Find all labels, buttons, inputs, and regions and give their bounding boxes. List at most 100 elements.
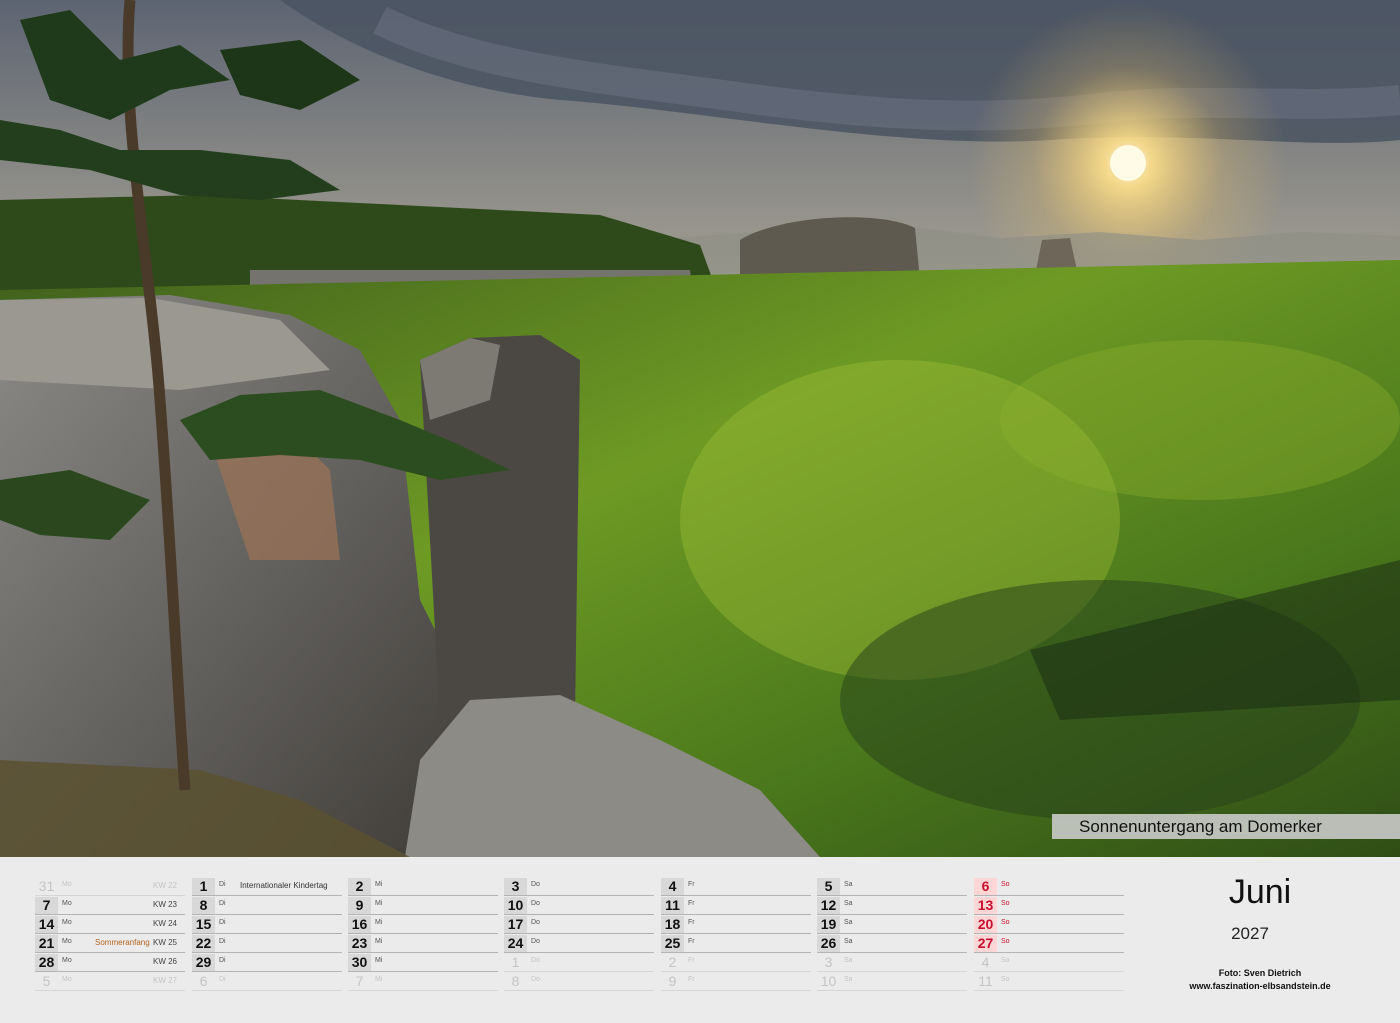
day-number: 30 [348, 954, 371, 971]
weekday-label: Mi [375, 976, 383, 983]
calendar-column: 1 Di Internationaler Kindertag 8 Di 15 Di 22 Di 2… [192, 877, 342, 991]
day-number: 4 [661, 878, 684, 895]
weekday-label: Di [219, 881, 226, 888]
day-number: 22 [192, 935, 215, 952]
weekday-label: Di [219, 976, 226, 983]
day-row: 15 Di [192, 915, 342, 934]
day-number: 31 [38, 878, 55, 894]
weekday-label: Mi [375, 900, 383, 907]
weekday-label: Mo [62, 938, 72, 945]
day-row: 27 So [974, 934, 1124, 953]
day-row: 10 Sa [817, 972, 967, 991]
forest-sunset-illustration [0, 0, 1400, 857]
photo-credit: Foto: Sven Dietrich [1218, 968, 1302, 978]
day-number: 1 [511, 954, 520, 970]
day-row: 3 Do [504, 877, 654, 896]
weekday-label: Mi [375, 957, 383, 964]
holiday-note: Internationaler Kindertag [240, 881, 328, 890]
calendar-column: 5 Sa 12 Sa 19 Sa 26 Sa 3 Sa 10 Sa [817, 877, 967, 991]
day-row: 7 Mo KW 23 [35, 896, 185, 915]
day-number: 25 [661, 935, 684, 952]
weekday-label: So [1001, 957, 1010, 964]
day-row: 24 Do [504, 934, 654, 953]
weekday-label: So [1001, 900, 1010, 907]
weekday-label: Fr [688, 976, 695, 983]
weekday-label: Sa [844, 976, 853, 983]
day-number: 9 [348, 897, 371, 914]
day-row: 19 Sa [817, 915, 967, 934]
weekday-label: Do [531, 957, 540, 964]
month-title: Juni [1228, 873, 1292, 911]
week-number: KW 25 [152, 938, 177, 947]
website-url: www.faszination-elbsandstein.de [1189, 981, 1331, 991]
day-row: 4 So [974, 953, 1124, 972]
weekday-label: Di [219, 957, 226, 964]
day-row: 6 So [974, 877, 1124, 896]
landscape-photo: Sonnenuntergang am Domerker [0, 0, 1400, 857]
weekday-label: Fr [688, 881, 695, 888]
weekday-label: Fr [688, 919, 695, 926]
day-row: 2 Fr [661, 953, 811, 972]
weekday-label: Mi [375, 938, 383, 945]
day-number: 27 [974, 935, 997, 952]
weekday-label: Mo [62, 881, 72, 888]
weekday-label: Di [219, 938, 226, 945]
weekday-label: Do [531, 976, 540, 983]
day-row: 14 Mo KW 24 [35, 915, 185, 934]
day-row: 8 Di [192, 896, 342, 915]
day-row: 9 Fr [661, 972, 811, 991]
day-number: 10 [504, 897, 527, 914]
day-number: 8 [192, 897, 215, 914]
weekday-label: Fr [688, 957, 695, 964]
week-number: KW 24 [152, 919, 177, 928]
day-number: 17 [504, 916, 527, 933]
day-row: 28 Mo KW 26 [35, 953, 185, 972]
day-row: 4 Fr [661, 877, 811, 896]
weekday-label: Fr [688, 900, 695, 907]
weekday-label: Di [219, 919, 226, 926]
day-number: 29 [192, 954, 215, 971]
day-number: 6 [974, 878, 997, 895]
day-row: 25 Fr [661, 934, 811, 953]
weekday-label: Sa [844, 900, 853, 907]
day-row: 10 Do [504, 896, 654, 915]
weekday-label: Mi [375, 919, 383, 926]
week-number: KW 23 [152, 900, 177, 909]
weekday-label: Sa [844, 957, 853, 964]
day-row: 9 Mi [348, 896, 498, 915]
calendar-column: 2 Mi 9 Mi 16 Mi 23 Mi 30 Mi 7 Mi [348, 877, 498, 991]
day-number: 10 [820, 973, 837, 989]
weekday-label: Mi [375, 881, 383, 888]
calendar-column: 4 Fr 11 Fr 18 Fr 25 Fr 2 Fr 9 Fr [661, 877, 811, 991]
day-number: 2 [668, 954, 677, 970]
weekday-label: Do [531, 900, 540, 907]
day-row: 16 Mi [348, 915, 498, 934]
weekday-label: So [1001, 976, 1010, 983]
day-row: 1 Do [504, 953, 654, 972]
day-number: 12 [817, 897, 840, 914]
day-row: 6 Di [192, 972, 342, 991]
day-row: 17 Do [504, 915, 654, 934]
day-row: 29 Di [192, 953, 342, 972]
weekday-label: So [1001, 881, 1010, 888]
day-row: 7 Mi [348, 972, 498, 991]
calendar-column: 31 Mo KW 22 7 Mo KW 23 14 Mo KW 24 21 Mo KW 25 Somme… [35, 877, 185, 991]
day-number: 3 [824, 954, 833, 970]
day-row: 13 So [974, 896, 1124, 915]
day-row: 3 Sa [817, 953, 967, 972]
day-number: 18 [661, 916, 684, 933]
day-row: 11 So [974, 972, 1124, 991]
weekday-label: So [1001, 938, 1010, 945]
day-row: 8 Do [504, 972, 654, 991]
calendar-column: 6 So 13 So 20 So 27 So 4 So 11 So [974, 877, 1124, 991]
day-row: 20 So [974, 915, 1124, 934]
weekday-label: Mo [62, 919, 72, 926]
holiday-note: Sommeranfang [95, 938, 150, 947]
day-row: 22 Di [192, 934, 342, 953]
week-number: KW 27 [152, 976, 177, 985]
day-number: 26 [817, 935, 840, 952]
day-number: 11 [661, 897, 684, 914]
day-row: 30 Mi [348, 953, 498, 972]
day-number: 7 [355, 973, 364, 989]
day-number: 1 [192, 878, 215, 895]
